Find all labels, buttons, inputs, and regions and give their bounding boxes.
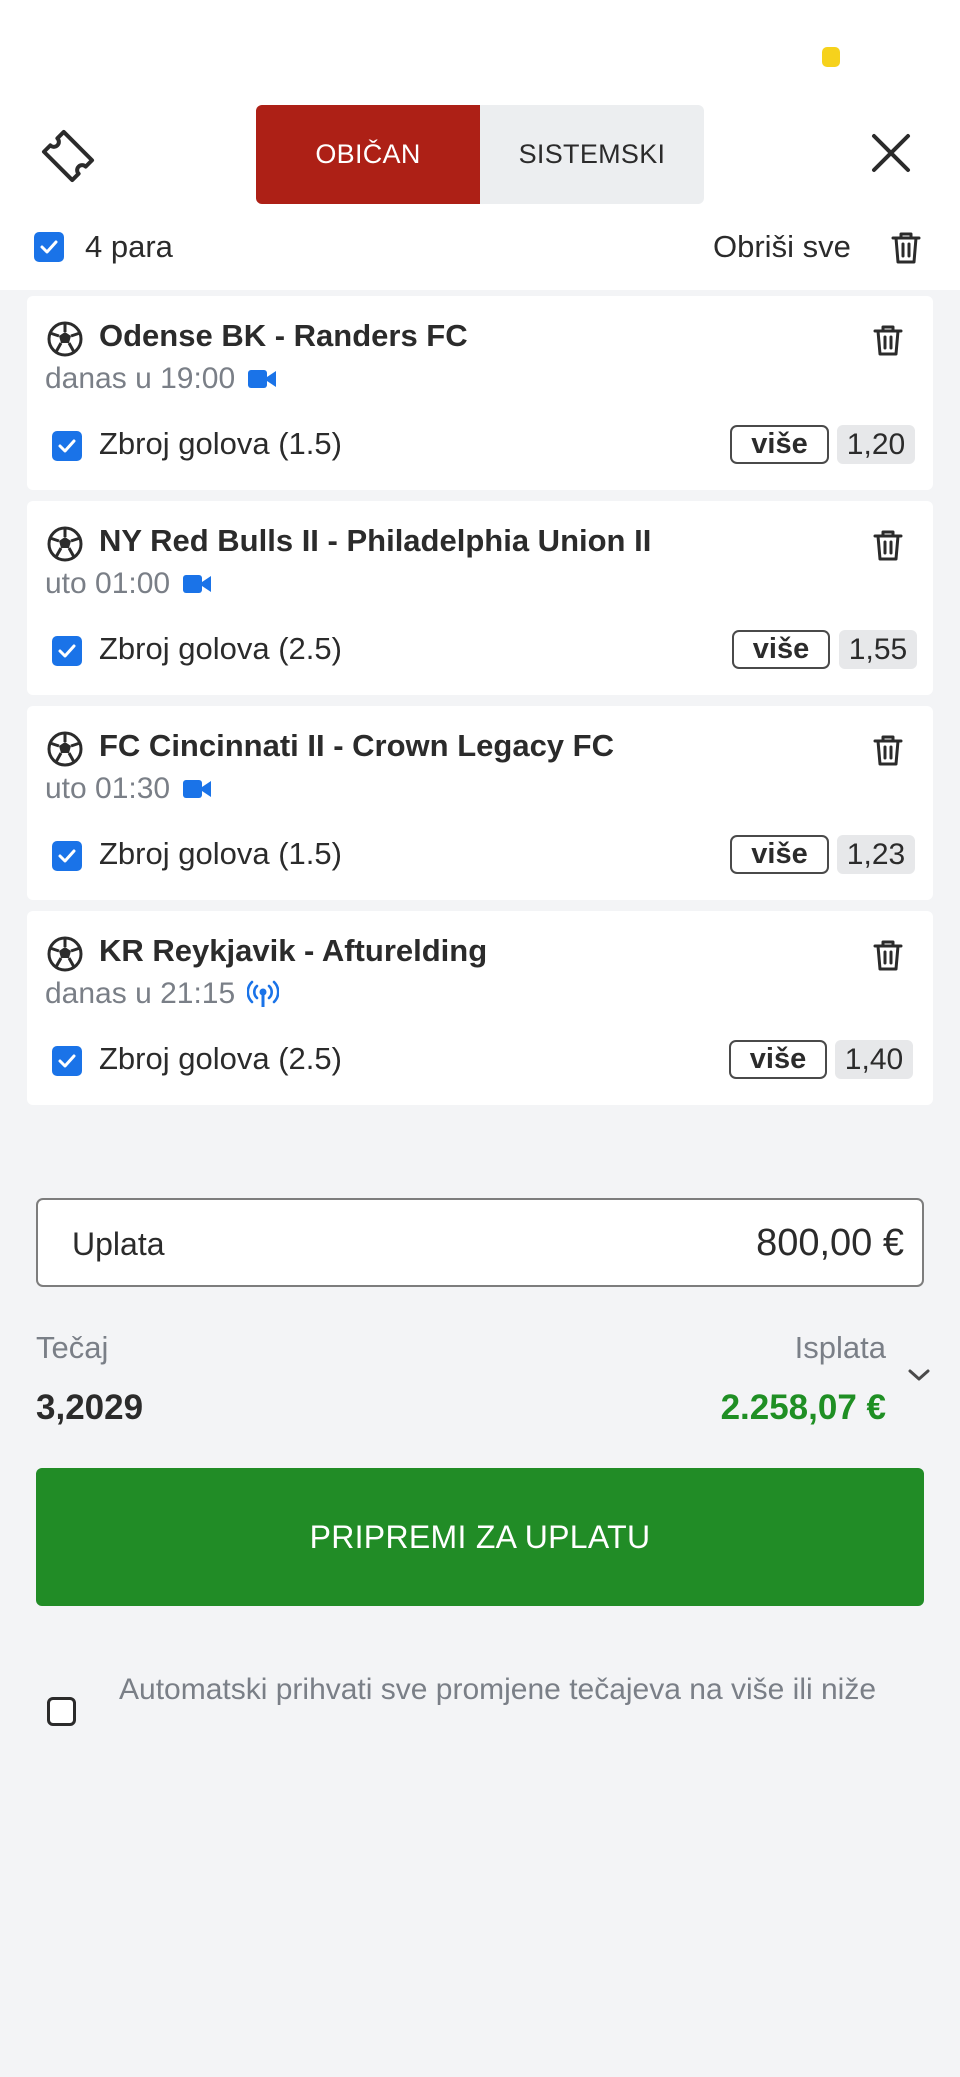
pick-badge: više	[730, 425, 829, 464]
market-label: Zbroj golova (1.5)	[99, 836, 342, 871]
match-title[interactable]: FC Cincinnati II - Crown Legacy FC	[99, 728, 614, 764]
bet-checkbox[interactable]	[52, 841, 82, 871]
market-label: Zbroj golova (2.5)	[99, 1041, 342, 1076]
football-icon	[47, 731, 83, 767]
stake-input[interactable]: Uplata 800,00 €	[36, 1198, 924, 1287]
remove-bet-trash-icon[interactable]	[873, 734, 903, 767]
total-odds-label: Tečaj	[36, 1330, 109, 1365]
bet-checkbox[interactable]	[52, 431, 82, 461]
remove-bet-trash-icon[interactable]	[873, 324, 903, 357]
match-time-text: uto 01:30	[45, 772, 171, 805]
match-time-text: danas u 19:00	[45, 362, 236, 395]
match-time-text: danas u 21:15	[45, 977, 236, 1010]
select-all-checkbox[interactable]	[34, 232, 64, 262]
video-icon	[248, 370, 277, 388]
match-time: uto 01:30	[45, 772, 212, 806]
pick-badge: više	[730, 835, 829, 874]
total-odds-value: 3,2029	[36, 1388, 144, 1427]
match-title[interactable]: Odense BK - Randers FC	[99, 318, 468, 354]
market-label: Zbroj golova (1.5)	[99, 426, 342, 461]
remove-bet-trash-icon[interactable]	[873, 939, 903, 972]
match-time-text: uto 01:00	[45, 567, 171, 600]
check-icon	[58, 439, 76, 453]
pick-badge: više	[729, 1040, 827, 1079]
auto-accept-label: Automatski prihvati sve promjene tečajev…	[119, 1673, 877, 1706]
bet-card: Odense BK - Randers FC danas u 19:00 Zbr…	[27, 296, 933, 490]
check-icon	[58, 1054, 76, 1068]
match-title[interactable]: KR Reykjavik - Afturelding	[99, 933, 487, 969]
stake-label: Uplata	[72, 1226, 165, 1262]
tab-sistemski[interactable]: SISTEMSKI	[480, 105, 704, 204]
payout-label: Isplata	[794, 1330, 886, 1365]
delete-all-button[interactable]: Obriši sve	[713, 229, 851, 265]
remove-bet-trash-icon[interactable]	[873, 529, 903, 562]
bet-card: FC Cincinnati II - Crown Legacy FC uto 0…	[27, 706, 933, 900]
check-icon	[58, 644, 76, 658]
tab-obican[interactable]: OBIČAN	[256, 105, 480, 204]
payout-value: 2.258,07 €	[720, 1388, 886, 1427]
market-label: Zbroj golova (2.5)	[99, 631, 342, 666]
bet-checkbox[interactable]	[52, 636, 82, 666]
ticket-icon[interactable]	[36, 124, 100, 188]
bet-card: NY Red Bulls II - Philadelphia Union II …	[27, 501, 933, 695]
close-icon[interactable]	[868, 130, 914, 176]
bet-card: KR Reykjavik - Afturelding danas u 21:15…	[27, 911, 933, 1105]
match-time: danas u 19:00	[45, 362, 277, 396]
chevron-down-icon[interactable]	[906, 1366, 932, 1384]
check-icon	[58, 849, 76, 863]
match-time: danas u 21:15	[45, 977, 280, 1011]
trash-icon[interactable]	[890, 231, 922, 265]
auto-accept-checkbox[interactable]	[47, 1697, 76, 1726]
check-icon	[40, 240, 58, 254]
odd-value: 1,20	[837, 425, 915, 464]
match-time: uto 01:00	[45, 567, 212, 601]
football-icon	[47, 321, 83, 357]
video-icon	[183, 780, 212, 798]
football-icon	[47, 526, 83, 562]
prepare-payment-button[interactable]: PRIPREMI ZA UPLATU	[36, 1468, 924, 1606]
pick-badge: više	[732, 630, 830, 669]
bet-type-tabs: OBIČAN SISTEMSKI	[256, 105, 704, 204]
stake-value[interactable]: 800,00 €	[756, 1222, 904, 1265]
bet-checkbox[interactable]	[52, 1046, 82, 1076]
odd-value: 1,55	[839, 630, 917, 669]
odd-value: 1,40	[835, 1040, 913, 1079]
live-signal-icon	[247, 980, 280, 1007]
select-all-label: 4 para	[85, 229, 173, 264]
match-title[interactable]: NY Red Bulls II - Philadelphia Union II	[99, 523, 651, 559]
status-indicator	[822, 47, 840, 67]
video-icon	[183, 575, 212, 593]
odd-value: 1,23	[837, 835, 915, 874]
football-icon	[47, 936, 83, 972]
betslip-header: OBIČAN SISTEMSKI 4 para Obriši sve	[0, 0, 960, 290]
